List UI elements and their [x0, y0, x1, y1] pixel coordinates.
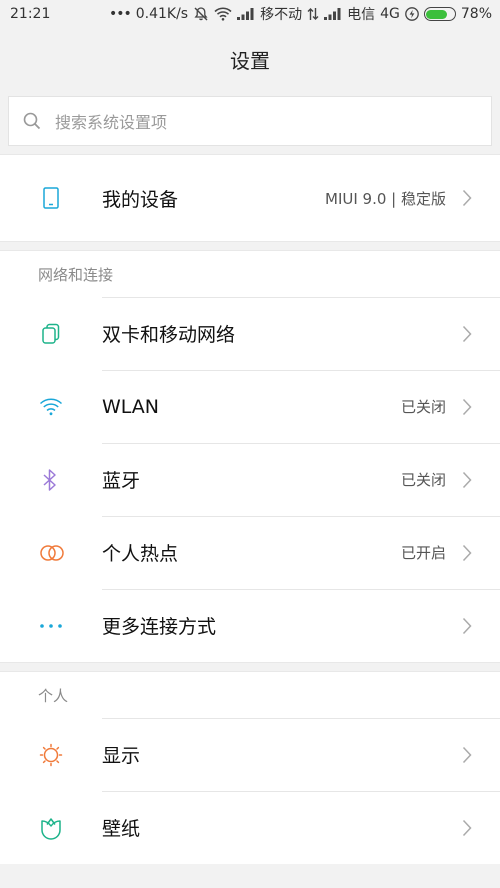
battery-fill — [426, 9, 448, 19]
data-arrows-icon — [307, 7, 319, 21]
wifi-icon-wrap — [0, 397, 102, 417]
status-bar: 21:21 ••• 0.41K/s 移不动 电信 4G 78% — [0, 0, 500, 28]
display-row[interactable]: 显示 — [0, 718, 500, 791]
wlan-row[interactable]: WLAN 已关闭 — [0, 370, 500, 443]
wallpaper-icon — [41, 817, 61, 840]
personal-section: 个人 显示 壁纸 — [0, 672, 500, 864]
hotspot-label: 个人热点 — [102, 543, 179, 565]
search-input[interactable]: 搜索系统设置项 — [8, 96, 492, 146]
wallpaper-label: 壁纸 — [102, 818, 141, 840]
chevron-right-icon — [462, 819, 472, 836]
section-divider — [0, 241, 500, 251]
phone-icon-wrap — [0, 186, 102, 210]
my-device-label: 我的设备 — [102, 188, 179, 211]
chevron-right-icon — [462, 398, 472, 415]
wallpaper-icon-wrap — [0, 816, 102, 840]
sun-icon-wrap — [0, 743, 102, 767]
sim-card-icon — [42, 323, 60, 344]
hotspot-icon-wrap — [0, 543, 102, 563]
bluetooth-icon — [43, 468, 56, 491]
wifi-icon — [39, 397, 63, 415]
sidebar-item-dual-sim[interactable]: 双卡和移动网络 — [0, 297, 500, 370]
carrier-2: 电信 — [347, 7, 376, 23]
bluetooth-status: 已关闭 — [400, 471, 446, 489]
search-container: 搜索系统设置项 — [0, 90, 500, 154]
signal-icon — [237, 8, 255, 20]
phone-icon — [43, 187, 59, 209]
my-device-value: MIUI 9.0 | 稳定版 — [325, 189, 446, 208]
bluetooth-label: 蓝牙 — [102, 470, 141, 492]
chevron-right-icon — [462, 746, 472, 763]
mute-bell-icon — [193, 6, 209, 22]
wlan-status: 已关闭 — [400, 398, 446, 416]
more-dots-icon — [40, 623, 62, 628]
my-device-row[interactable]: 我的设备 MIUI 9.0 | 稳定版 — [0, 155, 500, 241]
wallpaper-row[interactable]: 壁纸 — [0, 791, 500, 864]
device-section: 我的设备 MIUI 9.0 | 稳定版 — [0, 154, 500, 241]
wlan-label: WLAN — [102, 395, 160, 418]
chevron-right-icon — [462, 544, 472, 561]
app-bar: 设置 — [0, 28, 500, 90]
sun-icon — [39, 743, 63, 766]
hotspot-icon — [40, 544, 64, 561]
status-time: 21:21 — [10, 6, 51, 22]
notification-dots: ••• — [108, 6, 132, 22]
sim-card-icon-wrap — [0, 322, 102, 346]
battery-icon — [423, 7, 456, 21]
charging-icon — [405, 7, 419, 21]
battery-percent: 78% — [460, 6, 492, 22]
more-connections-label: 更多连接方式 — [102, 616, 217, 638]
personal-section-title: 个人 — [38, 686, 69, 705]
bluetooth-icon-wrap — [0, 468, 102, 492]
chevron-right-icon — [462, 189, 472, 207]
section-divider — [0, 662, 500, 672]
page-title: 设置 — [230, 48, 270, 73]
network-speed: 0.41K/s — [135, 6, 189, 22]
dual-sim-label: 双卡和移动网络 — [102, 324, 236, 346]
search-icon — [23, 112, 41, 130]
signal-icon-2 — [324, 8, 342, 20]
wifi-status-icon — [214, 7, 232, 21]
network-section-title: 网络和连接 — [38, 265, 114, 284]
display-label: 显示 — [102, 745, 141, 767]
status-right: ••• 0.41K/s 移不动 电信 4G 78% — [109, 4, 492, 24]
hotspot-status: 已开启 — [400, 544, 446, 562]
chevron-right-icon — [462, 471, 472, 488]
network-type: 4G — [380, 6, 400, 22]
carrier-1: 移不动 — [260, 7, 303, 23]
bluetooth-row[interactable]: 蓝牙 已关闭 — [0, 443, 500, 516]
chevron-right-icon — [462, 325, 472, 342]
network-section: 网络和连接 双卡和移动网络 WLAN 已关闭 蓝牙 已关闭 个人热点 已开启 更… — [0, 251, 500, 662]
chevron-right-icon — [462, 617, 472, 634]
hotspot-row[interactable]: 个人热点 已开启 — [0, 516, 500, 589]
more-dots-icon-wrap — [0, 622, 102, 630]
search-placeholder: 搜索系统设置项 — [55, 113, 168, 132]
more-connections-row[interactable]: 更多连接方式 — [0, 589, 500, 662]
